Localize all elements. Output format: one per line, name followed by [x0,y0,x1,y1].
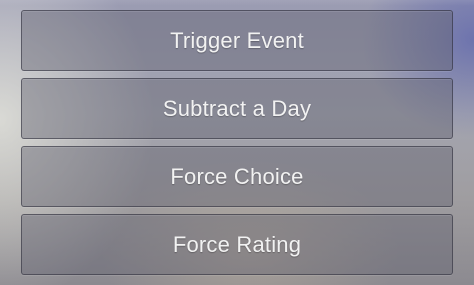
force-rating-button[interactable]: Force Rating [21,214,453,275]
debug-menu-screen: Trigger Event Subtract a Day Force Choic… [0,0,474,285]
subtract-a-day-button[interactable]: Subtract a Day [21,78,453,139]
force-choice-button[interactable]: Force Choice [21,146,453,207]
subtract-a-day-label: Subtract a Day [162,95,312,121]
top-edge-fade [0,0,474,6]
trigger-event-button[interactable]: Trigger Event [21,10,453,71]
force-rating-label: Force Rating [172,231,302,257]
force-choice-label: Force Choice [170,163,304,189]
trigger-event-label: Trigger Event [170,27,304,53]
